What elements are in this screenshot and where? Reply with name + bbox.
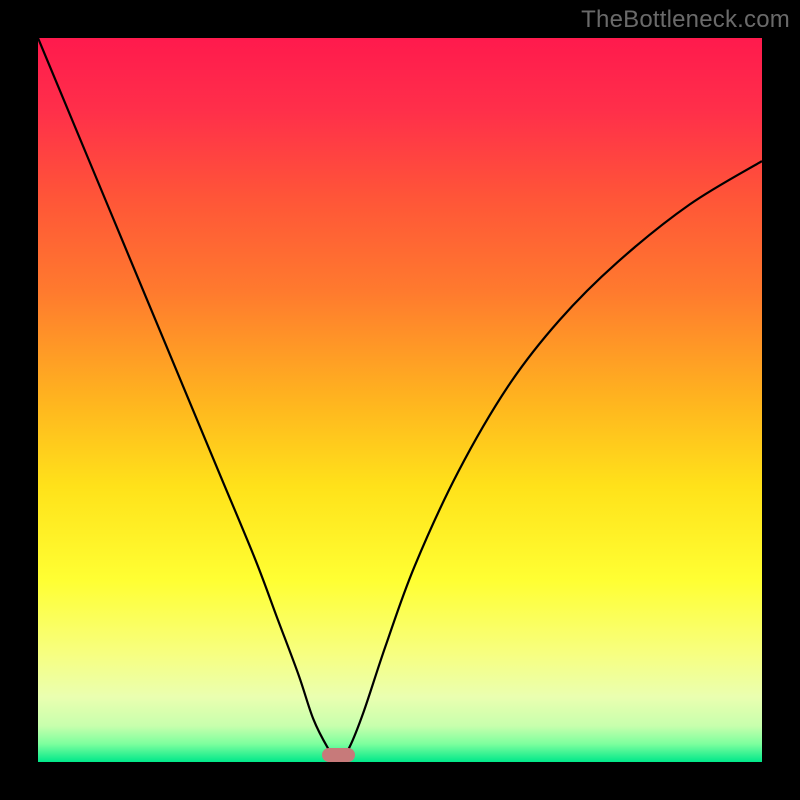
minimum-marker xyxy=(322,748,355,762)
watermark-label: TheBottleneck.com xyxy=(581,6,790,34)
bottleneck-curve xyxy=(38,38,762,762)
chart-plot-area xyxy=(38,38,762,762)
chart-frame: TheBottleneck.com xyxy=(0,0,800,800)
